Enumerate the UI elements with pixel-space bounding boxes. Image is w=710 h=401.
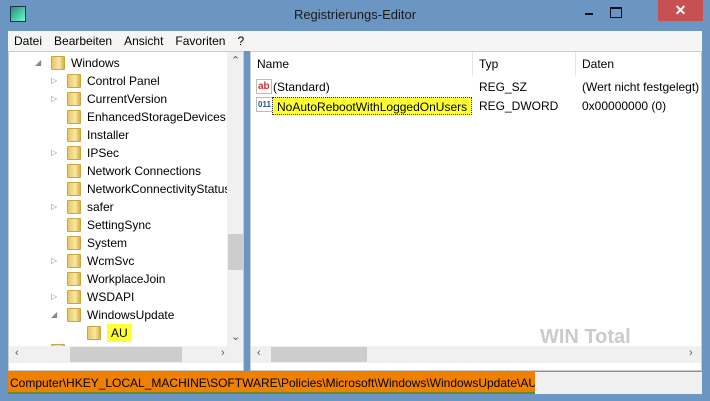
- folder-icon: [67, 146, 81, 160]
- menu-bearbeiten[interactable]: Bearbeiten: [48, 34, 118, 48]
- column-header-type[interactable]: Typ: [473, 52, 576, 76]
- tree-item-label: WorkplaceJoin: [87, 272, 166, 286]
- tree-item[interactable]: ▷ WSDAPI: [51, 288, 135, 306]
- tree-item[interactable]: ▷ CurrentVersion: [51, 90, 168, 108]
- expand-icon[interactable]: ▷: [51, 198, 57, 216]
- tree-item-label: safer: [87, 200, 114, 214]
- expand-icon[interactable]: ▷: [51, 90, 57, 108]
- folder-icon: [67, 236, 81, 250]
- values-list[interactable]: Name Typ Daten ab (Standard) REG_SZ (Wer…: [250, 51, 702, 371]
- folder-icon: [67, 218, 81, 232]
- tree-item[interactable]: ▷ safer: [51, 198, 114, 216]
- scroll-right-icon[interactable]: ›: [221, 347, 225, 359]
- expand-icon[interactable]: ▷: [51, 144, 57, 162]
- value-name: (Standard): [273, 80, 330, 94]
- scroll-right-icon[interactable]: ›: [689, 347, 693, 359]
- tree-item[interactable]: EnhancedStorageDevices: [67, 108, 226, 126]
- list-horizontal-scrollbar[interactable]: ‹ ›: [251, 346, 701, 363]
- value-data: 0x00000000 (0): [582, 99, 667, 113]
- folder-icon: [67, 128, 81, 142]
- tree-horizontal-scrollbar[interactable]: ‹ ›: [9, 346, 243, 363]
- scroll-left-icon[interactable]: ‹: [15, 347, 19, 359]
- tree-item[interactable]: ▷ IPSec: [51, 144, 120, 162]
- string-value-icon: ab: [256, 79, 272, 94]
- tree-hscroll-thumb[interactable]: [70, 347, 182, 362]
- minimize-button[interactable]: [576, 0, 602, 22]
- tree-item[interactable]: Network Connections: [67, 162, 201, 180]
- column-header-name[interactable]: Name: [251, 52, 473, 76]
- expand-icon[interactable]: ▷: [51, 72, 57, 90]
- menu-favoriten[interactable]: Favoriten: [169, 34, 231, 48]
- folder-icon: [67, 272, 81, 286]
- tree-item-label: Control Panel: [87, 74, 160, 88]
- folder-icon: [67, 254, 81, 268]
- tree-item[interactable]: ▷ WcmSvc: [51, 252, 135, 270]
- folder-icon: [67, 290, 81, 304]
- maximize-button[interactable]: [602, 0, 628, 22]
- tree-item-label: System: [87, 236, 128, 250]
- expand-icon[interactable]: ▷: [51, 288, 57, 306]
- tree-item[interactable]: Installer: [67, 126, 129, 144]
- tree-item[interactable]: SettingSync: [67, 216, 151, 234]
- tree-item[interactable]: System: [67, 234, 127, 252]
- tree-item-label: AU: [107, 324, 132, 342]
- tree-item-label: EnhancedStorageDevices: [87, 110, 226, 124]
- scroll-left-icon[interactable]: ‹: [257, 347, 261, 359]
- collapse-icon[interactable]: ◢: [35, 54, 41, 72]
- folder-icon: [67, 110, 81, 124]
- tree-item-label: Windows: [71, 56, 120, 70]
- tree-vscroll-thumb[interactable]: [228, 234, 243, 270]
- tree-item-label: WSDAPI: [87, 290, 135, 304]
- folder-icon: [67, 200, 81, 214]
- folder-icon: [51, 56, 65, 70]
- folder-icon: [67, 308, 81, 322]
- tree-item-label: IPSec: [87, 146, 120, 160]
- tree-item-windows[interactable]: ◢ Windows: [35, 54, 120, 72]
- folder-icon: [67, 92, 81, 106]
- close-button[interactable]: ✕: [658, 0, 703, 21]
- status-bar: [535, 372, 702, 394]
- menu-help[interactable]: ?: [231, 34, 250, 48]
- wintotal-watermark: WIN Total: [540, 326, 631, 348]
- value-type: REG_SZ: [479, 80, 528, 94]
- collapse-icon[interactable]: ◢: [51, 306, 57, 324]
- tree-item[interactable]: NetworkConnectivityStatus: [67, 180, 230, 198]
- menu-ansicht[interactable]: Ansicht: [118, 34, 169, 48]
- tree-item-label: WcmSvc: [87, 254, 135, 268]
- expand-icon[interactable]: ▷: [51, 252, 57, 270]
- tree-item-label: CurrentVersion: [87, 92, 168, 106]
- tree-item-label: WindowsUpdate: [87, 308, 175, 322]
- tree-item[interactable]: WorkplaceJoin: [67, 270, 165, 288]
- column-header-data[interactable]: Daten: [576, 52, 701, 76]
- tree-item-label: Installer: [87, 128, 130, 142]
- tree-vertical-scrollbar[interactable]: ⌃ ⌄: [227, 52, 243, 346]
- scroll-down-icon[interactable]: ⌄: [231, 330, 240, 343]
- value-data: (Wert nicht festgelegt): [582, 80, 700, 94]
- menu-bar: Datei Bearbeiten Ansicht Favoriten ?: [8, 31, 702, 51]
- tree-item-label: SettingSync: [87, 218, 152, 232]
- tree-item-label: Network Connections: [87, 164, 202, 178]
- folder-icon: [67, 74, 81, 88]
- status-bar-path: Computer\HKEY_LOCAL_MACHINE\SOFTWARE\Pol…: [8, 372, 537, 394]
- binary-value-icon: 011: [256, 97, 273, 112]
- scroll-up-icon[interactable]: ⌃: [231, 54, 240, 67]
- tree-item-label: NetworkConnectivityStatus: [87, 182, 231, 196]
- tree-item-au[interactable]: AU: [87, 324, 132, 342]
- registry-tree[interactable]: ◢ Windows ▷ Control Panel ▷ CurrentVersion Enh…: [8, 51, 244, 371]
- value-type: REG_DWORD: [479, 99, 559, 113]
- tree-item[interactable]: ▷ Control Panel: [51, 72, 160, 90]
- tree-item[interactable]: ◢ WindowsUpdate: [51, 306, 175, 324]
- list-hscroll-thumb[interactable]: [271, 347, 367, 362]
- value-name: NoAutoRebootWithLoggedOnUsers: [272, 97, 473, 115]
- folder-icon: [67, 182, 81, 196]
- folder-icon: [67, 164, 81, 178]
- folder-icon: [87, 326, 101, 340]
- menu-datei[interactable]: Datei: [8, 34, 48, 48]
